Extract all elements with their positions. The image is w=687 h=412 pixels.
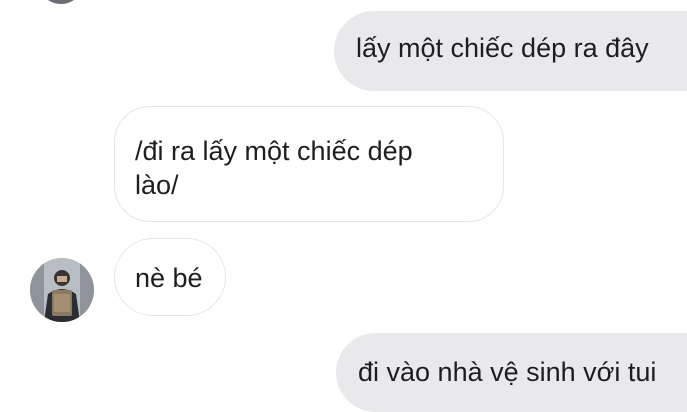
- message-text-line: lào/: [135, 170, 179, 200]
- message-bubble-incoming[interactable]: /đi ra lấy một chiếc dép lào/: [114, 106, 504, 222]
- message-bubble-incoming[interactable]: nè bé: [114, 238, 226, 316]
- message-text: lấy một chiếc dép ra đây: [356, 33, 649, 63]
- chat-thread: lấy một chiếc dép ra đây /đi ra lấy một …: [0, 0, 687, 412]
- message-bubble-outgoing[interactable]: lấy một chiếc dép ra đây: [334, 11, 687, 91]
- message-bubble-outgoing[interactable]: đi vào nhà vệ sinh với tui: [336, 333, 687, 412]
- message-text-line: /đi ra lấy một chiếc dép: [135, 136, 413, 166]
- avatar-photo: [30, 258, 94, 322]
- avatar[interactable]: [38, 0, 84, 4]
- contact-avatar[interactable]: [30, 258, 94, 322]
- message-text: đi vào nhà vệ sinh với tui: [358, 357, 657, 387]
- message-text: nè bé: [135, 263, 203, 293]
